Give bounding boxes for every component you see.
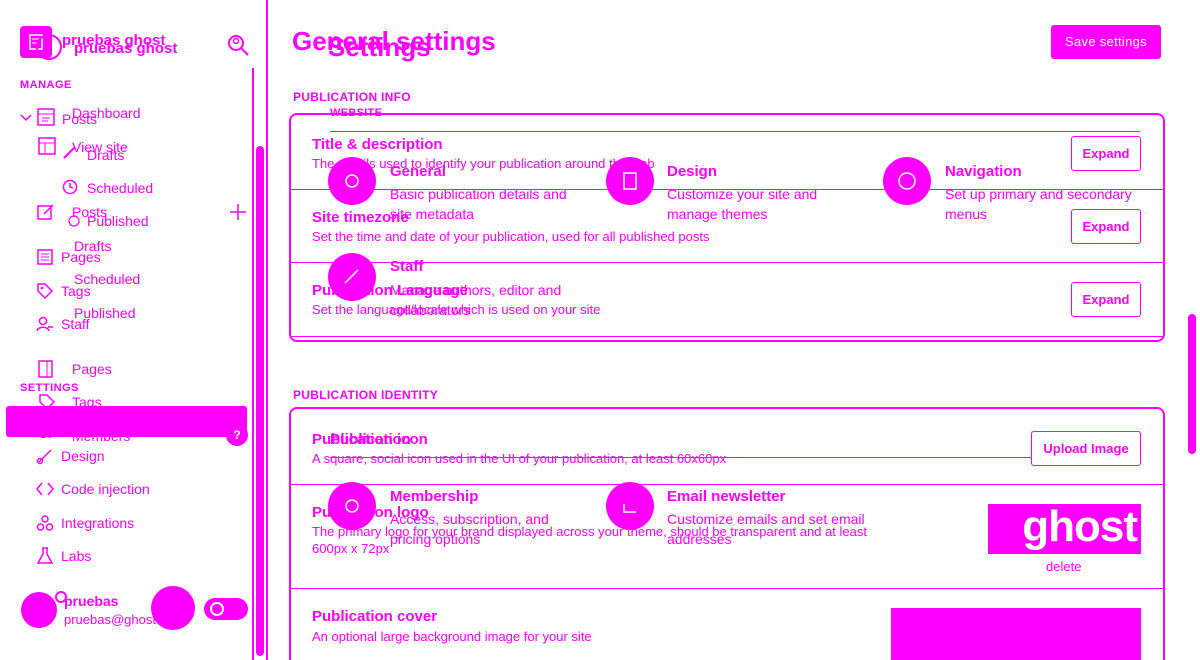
- site-name-overlay: pruebas ghost: [74, 40, 178, 57]
- grid-design-desc: Customize your site and manage themes: [667, 186, 818, 222]
- sidebar-item-drafts-a[interactable]: Drafts: [87, 147, 124, 163]
- design-icon: [623, 172, 637, 190]
- brush-icon: [36, 447, 54, 465]
- gear-icon: [345, 174, 359, 188]
- cover-image[interactable]: [891, 608, 1141, 660]
- card-divider: [291, 336, 1163, 337]
- main-scrollbar[interactable]: [1188, 314, 1196, 454]
- expand-title-button[interactable]: Expand: [1071, 136, 1141, 171]
- sidebar: pruebas ghost pruebas ghost MANAGE Dashb…: [0, 0, 268, 660]
- grid-staff-title[interactable]: Staff: [390, 258, 423, 275]
- timezone-desc: Set the time and date of your publicatio…: [312, 229, 710, 244]
- card-divider: [330, 131, 1140, 132]
- members-icon: [37, 429, 55, 443]
- publication-overlay-title: Publication: [330, 431, 411, 448]
- membership-icon-circle[interactable]: [328, 482, 376, 530]
- code-icon: [36, 481, 54, 497]
- grid-navigation-desc: Set up primary and secondary menus: [945, 186, 1132, 222]
- publication-cover-title: Publication cover: [312, 608, 438, 625]
- sidebar-item-labs[interactable]: Labs: [61, 548, 91, 564]
- publication-info-heading: PUBLICATION INFO: [293, 90, 411, 104]
- sidebar-item-scheduled-a[interactable]: Scheduled: [87, 180, 153, 196]
- staff-icon-circle[interactable]: [328, 253, 376, 301]
- manage-heading: MANAGE: [20, 79, 72, 91]
- avatar[interactable]: [21, 592, 57, 628]
- card-divider: [291, 484, 1163, 485]
- title-description-title: Title & description: [312, 136, 443, 153]
- membership-icon: [345, 499, 359, 513]
- staff-icon: [344, 269, 359, 284]
- upload-image-button[interactable]: Upload Image: [1031, 431, 1141, 466]
- theme-toggle[interactable]: [204, 598, 248, 620]
- user-email: pruebas@ghost: [64, 612, 156, 627]
- grid-membership-title[interactable]: Membership: [390, 488, 478, 505]
- flask-icon: [36, 547, 54, 565]
- view-site-icon: [38, 137, 56, 155]
- publication-logo-desc-2: 600px x 72px: [312, 541, 390, 556]
- add-post-icon[interactable]: [229, 203, 247, 221]
- publication-identity-heading: PUBLICATION IDENTITY: [293, 388, 439, 402]
- tag-icon: [36, 282, 54, 300]
- staff-sidebar-icon: [36, 315, 54, 333]
- check-icon: [68, 215, 80, 227]
- page-title-overlay: Settings: [328, 32, 431, 62]
- sidebar-item-integrations[interactable]: Integrations: [61, 515, 134, 531]
- email-icon: [623, 504, 636, 513]
- sidebar-scroll-track: [252, 68, 254, 660]
- search-icon[interactable]: [226, 33, 250, 57]
- ghost-logo[interactable]: ghost: [988, 504, 1141, 554]
- dashboard-icon: [36, 107, 56, 127]
- general-icon-circle[interactable]: [328, 157, 376, 205]
- grid-email-title[interactable]: Email newsletter: [667, 488, 785, 505]
- user-avatar-large[interactable]: [151, 586, 195, 630]
- design-icon-circle[interactable]: [606, 157, 654, 205]
- clock-icon: [62, 179, 78, 195]
- page-icon: [38, 360, 54, 378]
- expand-language-button[interactable]: Expand: [1071, 282, 1141, 317]
- card-divider: [291, 588, 1163, 589]
- grid-navigation-title[interactable]: Navigation: [945, 163, 1022, 180]
- sidebar-item-published-a[interactable]: Published: [87, 213, 149, 229]
- sidebar-item-code-injection[interactable]: Code injection: [61, 481, 150, 497]
- sidebar-item-tags-a[interactable]: Tags: [61, 283, 91, 299]
- chevron-down-icon[interactable]: [20, 113, 32, 123]
- grid-email-desc: Customize emails and set email addresses: [667, 511, 865, 547]
- sidebar-item-pages-b[interactable]: Pages: [72, 361, 112, 377]
- grid-general-desc: Basic publication details and site metad…: [390, 186, 567, 222]
- grid-design-title[interactable]: Design: [667, 163, 717, 180]
- sidebar-item-pages-a[interactable]: Pages: [61, 249, 101, 265]
- publication-cover-desc: An optional large background image for y…: [312, 629, 592, 644]
- grid-general-title[interactable]: General: [390, 163, 446, 180]
- grid-membership-desc: Access, subscription, and pricing option…: [390, 511, 549, 547]
- grid-staff-desc: Manage authors, editor and collaborators: [390, 282, 562, 318]
- save-settings-button[interactable]: Save settings: [1051, 25, 1161, 59]
- pencil-icon: [62, 144, 78, 160]
- edit-icon: [37, 203, 55, 221]
- compass-icon: [898, 172, 916, 190]
- integrations-icon: [36, 514, 54, 532]
- sidebar-item-members[interactable]: Members: [72, 428, 130, 444]
- sidebar-item-staff[interactable]: Staff: [61, 316, 90, 332]
- pages-icon: [37, 249, 53, 265]
- sidebar-item-posts-a[interactable]: Posts: [62, 111, 97, 127]
- members-badge: ?: [226, 424, 248, 446]
- sidebar-scrollbar[interactable]: [256, 146, 264, 656]
- delete-logo-link[interactable]: delete: [1046, 559, 1081, 574]
- site-logo-ring: [36, 34, 62, 60]
- email-icon-circle[interactable]: [606, 482, 654, 530]
- theme-toggle-knob: [210, 602, 224, 616]
- sidebar-item-design[interactable]: Design: [61, 448, 105, 464]
- publication-icon-desc: A square, social icon used in the UI of …: [312, 451, 727, 466]
- navigation-icon-circle[interactable]: [883, 157, 931, 205]
- user-name[interactable]: pruebas: [64, 593, 118, 609]
